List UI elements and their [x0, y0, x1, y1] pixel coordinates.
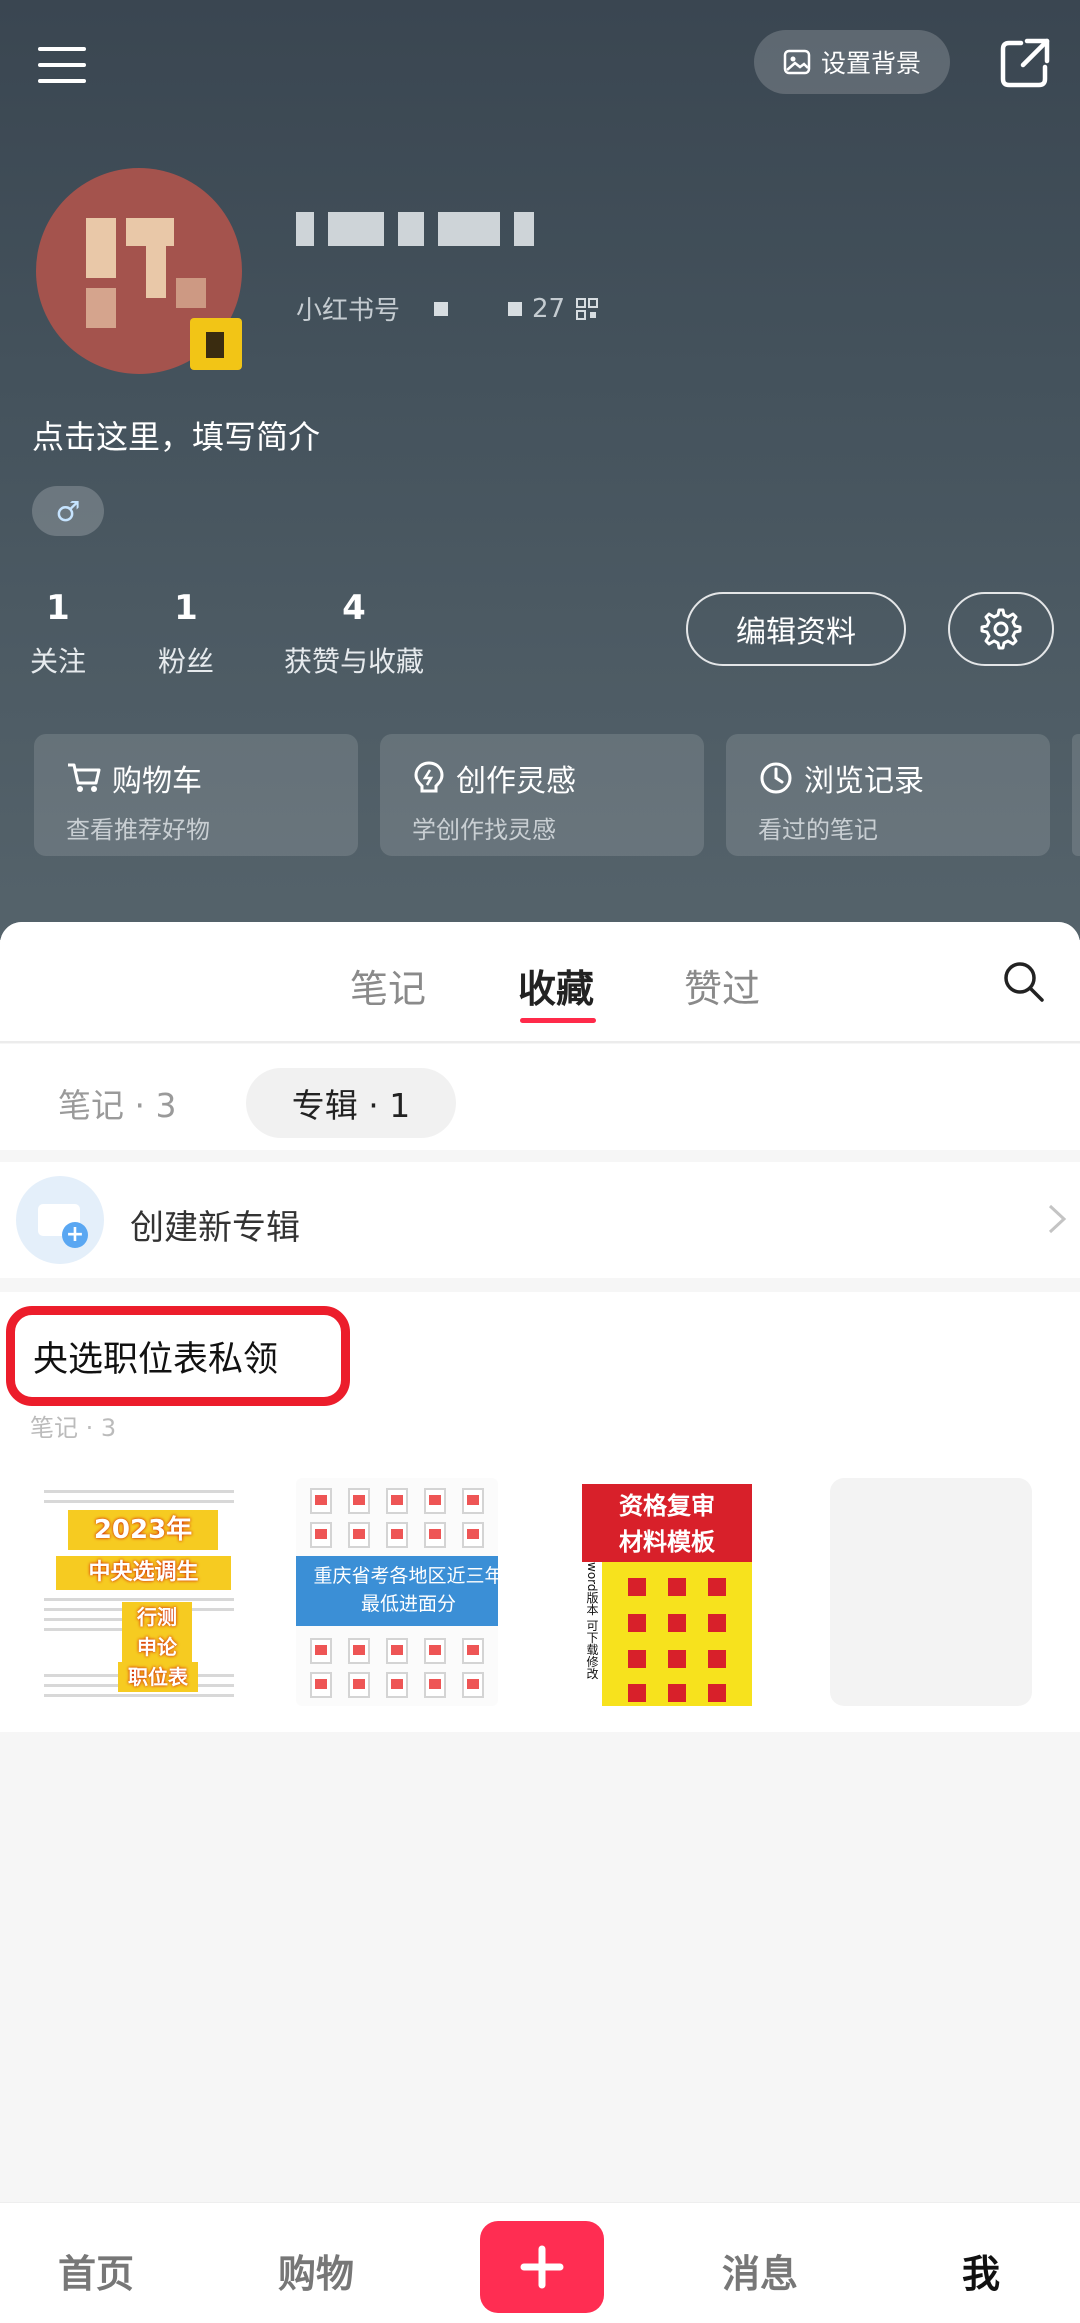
rednote-id-prefix: 小红书号: [296, 296, 401, 326]
shortcut-card-title: 创作灵感: [456, 764, 576, 799]
plus-icon: [520, 2245, 564, 2289]
content-panel: 笔记 收藏 赞过 笔记 · 3 专辑 · 1 + 创建新专辑 笔记 · 3 央选…: [0, 922, 1080, 2202]
album-thumbnail-placeholder: [830, 1478, 1032, 1706]
nav-messages[interactable]: 消息: [722, 2243, 798, 2298]
nav-shop[interactable]: 购物: [278, 2243, 354, 2298]
username: [296, 212, 534, 246]
thumbnail-body: [582, 1562, 752, 1706]
subtab-notes[interactable]: 笔记 · 3: [58, 1068, 176, 1138]
edit-profile-button[interactable]: 编辑资料: [686, 592, 906, 666]
bio-prompt[interactable]: 点击这里，填写简介: [32, 412, 320, 458]
create-post-button[interactable]: [480, 2221, 604, 2313]
bulb-icon: [414, 761, 444, 793]
settings-button[interactable]: [948, 592, 1054, 666]
thumbnail-text: word版本 可下载修改: [582, 1562, 602, 1706]
bottom-nav: 首页 购物 消息 我: [0, 2202, 1080, 2323]
stat-likes-value: 4: [342, 588, 366, 628]
search-icon: [1004, 962, 1044, 1002]
rednote-id-suffix: 27: [532, 293, 566, 324]
shortcut-card-cart[interactable]: 购物车 查看推荐好物: [34, 734, 358, 856]
avatar-badge-icon: [190, 318, 242, 370]
album-thumbnail-1[interactable]: 2023年 中央选调生 行测 申论 职位表: [38, 1478, 240, 1706]
qr-code-icon: [576, 297, 599, 320]
stat-likes-label: 获赞与收藏: [284, 645, 425, 678]
set-background-button[interactable]: 设置背景: [754, 30, 950, 94]
cart-icon: [68, 763, 101, 792]
collection-subtabs: 笔记 · 3 专辑 · 1: [0, 1044, 1080, 1150]
thumbnail-text: 行测: [122, 1602, 192, 1632]
thumbnail-header: 资格复审 材料模板: [582, 1484, 752, 1562]
stat-following-value: 1: [46, 588, 70, 628]
tab-liked[interactable]: 赞过: [684, 958, 760, 1013]
shortcut-card-subtitle: 学创作找灵感: [412, 816, 556, 844]
chevron-right-icon: [1048, 1204, 1067, 1234]
menu-button[interactable]: [28, 30, 98, 100]
nav-home[interactable]: 首页: [58, 2243, 134, 2298]
gender-tag: ♂: [32, 486, 104, 536]
album-card[interactable]: 笔记 · 3 央选职位表私领 2023年 中央选调生 行测 申论 职位表 重庆省…: [0, 1292, 1080, 1732]
hamburger-icon: [38, 47, 86, 83]
thumbnail-text: 资格复审: [619, 1492, 715, 1520]
album-subtitle: 笔记 · 3: [30, 1414, 117, 1442]
thumbnail-text: 材料模板: [619, 1528, 715, 1556]
shortcut-card-history[interactable]: 浏览记录 看过的笔记: [726, 734, 1050, 856]
stat-followers[interactable]: 1 粉丝: [158, 588, 214, 680]
shortcut-card-overflow[interactable]: [1072, 734, 1080, 856]
stat-followers-label: 粉丝: [158, 645, 215, 678]
create-album-label: 创建新专辑: [130, 1208, 300, 1248]
stat-followers-value: 1: [174, 588, 198, 628]
active-tab-indicator: [520, 1018, 596, 1023]
profile-header: 设置背景 小红书号 27 点击这里，填写简介 ♂ 1 关注 1 粉丝 4 获赞与…: [0, 0, 1080, 940]
thumbnail-banner: 重庆省考各地区近三年 最低进面分: [296, 1556, 498, 1626]
thumbnail-text: 2023年: [68, 1510, 218, 1550]
set-background-label: 设置背景: [820, 49, 921, 78]
album-title: 央选职位表私领: [33, 1330, 279, 1382]
share-button[interactable]: [990, 28, 1060, 98]
nav-me[interactable]: 我: [962, 2243, 1000, 2298]
thumbnail-text: 最低进面分: [360, 1593, 456, 1615]
divider: [0, 1041, 1080, 1043]
stat-following[interactable]: 1 关注: [30, 588, 86, 680]
thumbnail-text: 职位表: [118, 1662, 198, 1692]
create-album-row[interactable]: + 创建新专辑: [0, 1162, 1080, 1278]
gear-icon: [980, 608, 1022, 650]
stat-following-label: 关注: [30, 645, 87, 678]
stat-likes-collects[interactable]: 4 获赞与收藏: [284, 588, 424, 680]
shortcut-card-subtitle: 查看推荐好物: [66, 816, 210, 844]
tab-collections[interactable]: 收藏: [518, 958, 594, 1013]
male-icon: ♂: [55, 494, 81, 528]
album-title-highlight: 央选职位表私领: [6, 1306, 350, 1406]
subtab-albums[interactable]: 专辑 · 1: [246, 1068, 456, 1138]
thumbnail-text: 申论: [122, 1632, 192, 1662]
thumbnail-text: 重庆省考各地区近三年: [313, 1565, 498, 1587]
new-album-icon: +: [16, 1176, 104, 1264]
thumbnail-text: 中央选调生: [56, 1556, 231, 1590]
tab-notes[interactable]: 笔记: [350, 958, 426, 1013]
search-button[interactable]: [1000, 958, 1048, 1006]
share-icon: [1000, 38, 1050, 88]
image-icon: [783, 49, 811, 75]
clock-icon: [760, 762, 792, 794]
rednote-id[interactable]: 小红书号 27: [296, 290, 599, 327]
shortcut-card-inspiration[interactable]: 创作灵感 学创作找灵感: [380, 734, 704, 856]
profile-tabs: 笔记 收藏 赞过: [0, 922, 1080, 1043]
shortcut-card-title: 购物车: [112, 764, 202, 799]
shortcut-card-subtitle: 看过的笔记: [758, 816, 878, 844]
shortcut-card-title: 浏览记录: [804, 764, 924, 799]
album-thumbnail-2[interactable]: 重庆省考各地区近三年 最低进面分: [296, 1478, 498, 1706]
album-thumbnail-3[interactable]: 资格复审 材料模板 word版本 可下载修改: [568, 1478, 770, 1706]
